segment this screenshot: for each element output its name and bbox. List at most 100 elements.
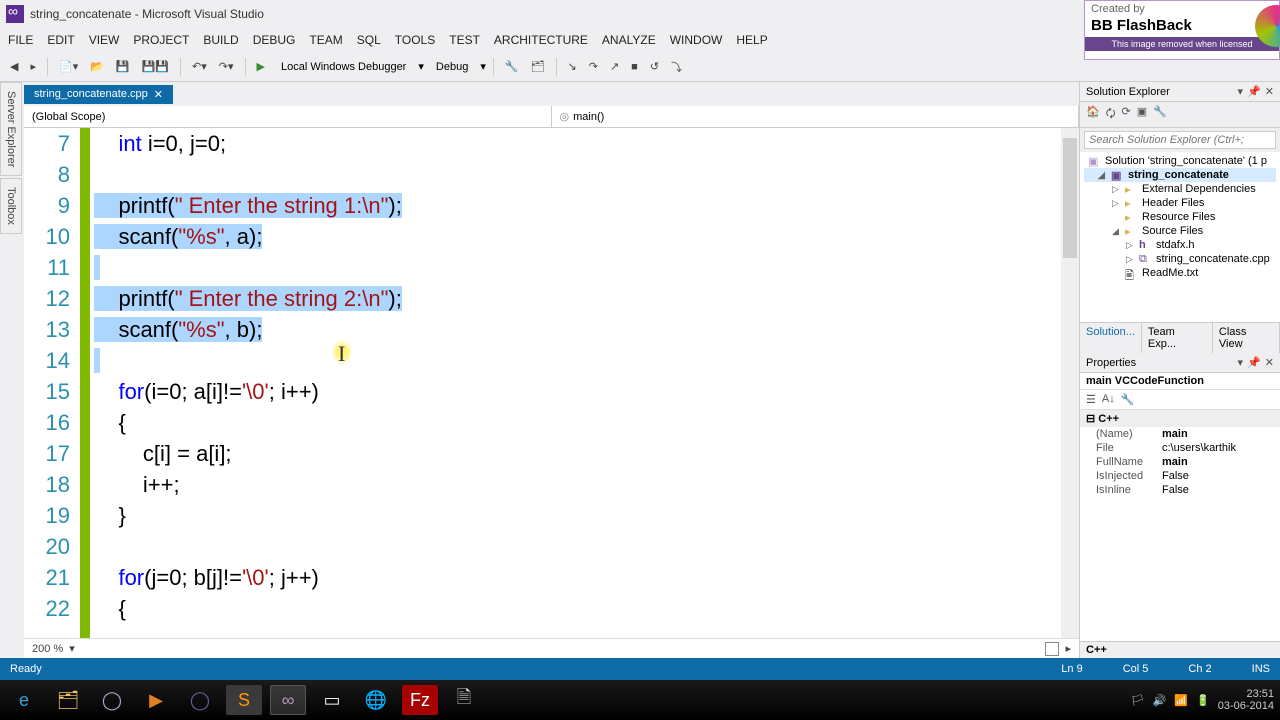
taskbar-explorer-icon[interactable]: 🗂 xyxy=(50,685,86,715)
save-all-button[interactable]: 💾💾 xyxy=(138,58,173,75)
header-files-node[interactable]: ▷Header Files xyxy=(1084,196,1276,210)
tray-flag-icon[interactable]: 🏳 xyxy=(1131,694,1145,707)
menu-window[interactable]: WINDOW xyxy=(670,33,723,47)
taskbar-media-icon[interactable]: ▶ xyxy=(138,685,174,715)
solution-node[interactable]: Solution 'string_concatenate' (1 p xyxy=(1084,154,1276,168)
resource-files-node[interactable]: Resource Files xyxy=(1084,210,1276,224)
status-line: Ln 9 xyxy=(1061,663,1082,675)
tray-sound-icon[interactable]: 🔊 xyxy=(1153,694,1167,707)
properties-close-icon[interactable]: ✕ xyxy=(1265,356,1274,369)
tray-battery-icon[interactable]: 🔋 xyxy=(1196,694,1210,707)
server-explorer-tab[interactable]: Server Explorer xyxy=(0,82,22,176)
menu-build[interactable]: BUILD xyxy=(203,33,238,47)
debugger-target[interactable]: Local Windows Debugger xyxy=(273,61,414,73)
step-into-icon[interactable]: ↘ xyxy=(564,58,581,75)
system-tray[interactable]: 🏳 🔊 📶 🔋 23:51 03-06-2014 xyxy=(1131,688,1274,712)
menu-tools[interactable]: TOOLS xyxy=(395,33,435,47)
stdafx-node[interactable]: ▷stdafx.h xyxy=(1084,238,1276,252)
redo-button[interactable]: ↷▾ xyxy=(215,58,238,75)
document-tab-active[interactable]: string_concatenate.cpp ✕ xyxy=(24,85,173,104)
zoom-level[interactable]: 200 % xyxy=(32,643,63,655)
taskbar-eclipse-icon[interactable]: ◯ xyxy=(94,685,130,715)
properties-icon[interactable]: 🔧 xyxy=(1153,105,1167,124)
taskbar-chrome-icon[interactable]: 🌐 xyxy=(358,685,394,715)
sync-icon[interactable]: ⟳ xyxy=(1122,105,1131,124)
taskbar-notes-icon[interactable]: 🗎 xyxy=(446,685,482,715)
save-button[interactable]: 💾 xyxy=(112,58,134,75)
project-node[interactable]: ◢string_concatenate xyxy=(1084,168,1276,182)
properties-pin-icon[interactable]: 📌 xyxy=(1247,356,1261,369)
search-solution-input[interactable] xyxy=(1084,131,1276,149)
forward-button[interactable]: ▸ xyxy=(26,58,40,75)
taskbar-clock[interactable]: 23:51 03-06-2014 xyxy=(1218,688,1274,712)
scope-right[interactable]: main() xyxy=(552,106,1080,127)
watermark-created: Created by xyxy=(1085,1,1279,17)
menu-analyze[interactable]: ANALYZE xyxy=(602,33,656,47)
menu-file[interactable]: FILE xyxy=(8,33,33,47)
taskbar-vs-icon[interactable]: ∞ xyxy=(270,685,306,715)
tray-network-icon[interactable]: 📶 xyxy=(1174,694,1188,707)
scope-left[interactable]: (Global Scope) xyxy=(24,106,552,127)
home-icon[interactable]: 🏠 xyxy=(1086,105,1100,124)
solution-tree[interactable]: Solution 'string_concatenate' (1 p ◢stri… xyxy=(1080,152,1280,322)
toolbox-tab[interactable]: Toolbox xyxy=(0,178,22,234)
start-debug-button[interactable]: ▶ xyxy=(253,58,269,75)
config-dropdown[interactable]: Debug xyxy=(428,61,476,73)
scroll-right-icon[interactable]: ▸ xyxy=(1065,642,1071,655)
menu-help[interactable]: HELP xyxy=(736,33,767,47)
stop-icon[interactable]: ■ xyxy=(627,59,642,75)
step-out-icon[interactable]: ↗ xyxy=(606,58,623,75)
zoom-dropdown-icon[interactable]: ▾ xyxy=(69,642,75,655)
new-project-button[interactable]: 📄▾ xyxy=(55,58,82,75)
readme-node[interactable]: ReadMe.txt xyxy=(1084,266,1276,280)
wrench-icon[interactable]: 🔧 xyxy=(1121,393,1135,406)
menu-architecture[interactable]: ARCHITECTURE xyxy=(494,33,588,47)
properties-grid[interactable]: ⊟ C++ (Name)main Filec:\users\karthik Fu… xyxy=(1080,410,1280,641)
menu-edit[interactable]: EDIT xyxy=(47,33,74,47)
vs-logo-icon xyxy=(6,5,24,23)
external-deps-node[interactable]: ▷External Dependencies xyxy=(1084,182,1276,196)
toolbar-icon-2[interactable]: 🗂 xyxy=(527,58,549,75)
collapse-icon[interactable]: ▣ xyxy=(1137,105,1147,124)
change-margin xyxy=(80,128,90,638)
taskbar-eclipse2-icon[interactable]: ◯ xyxy=(182,685,218,715)
code-editor[interactable]: 78910 11121314 15161718 19202122 int i=0… xyxy=(24,128,1079,638)
tab-team-explorer[interactable]: Team Exp... xyxy=(1142,323,1213,353)
prop-row: IsInjectedFalse xyxy=(1080,469,1280,483)
categorized-icon[interactable]: ☰ xyxy=(1086,393,1096,406)
open-button[interactable]: 📂 xyxy=(86,58,108,75)
source-files-node[interactable]: ◢Source Files xyxy=(1084,224,1276,238)
menu-debug[interactable]: DEBUG xyxy=(253,33,296,47)
editor-vertical-scrollbar[interactable] xyxy=(1061,128,1079,638)
pin-icon[interactable]: 📌 xyxy=(1247,85,1261,98)
taskbar-sublime-icon[interactable]: S xyxy=(226,685,262,715)
taskbar-notepad-icon[interactable]: ▭ xyxy=(314,685,350,715)
toolbar-icon-3[interactable]: ↺ xyxy=(646,58,663,75)
properties-category[interactable]: ⊟ C++ xyxy=(1080,410,1280,427)
tab-solution[interactable]: Solution... xyxy=(1080,323,1142,353)
taskbar-filezilla-icon[interactable]: Fz xyxy=(402,685,438,715)
cpp-file-node[interactable]: ▷string_concatenate.cpp xyxy=(1084,252,1276,266)
main-area: Server Explorer Toolbox string_concatena… xyxy=(0,82,1280,658)
properties-dropdown-icon[interactable]: ▾ xyxy=(1238,356,1244,369)
menu-project[interactable]: PROJECT xyxy=(133,33,189,47)
back-button[interactable]: ◀ xyxy=(6,58,22,75)
step-over-icon[interactable]: ↷ xyxy=(585,58,602,75)
undo-button[interactable]: ↶▾ xyxy=(188,58,211,75)
taskbar-ie-icon[interactable]: e xyxy=(6,685,42,715)
tab-class-view[interactable]: Class View xyxy=(1213,323,1280,353)
menu-sql[interactable]: SQL xyxy=(357,33,381,47)
toolbar-icon-4[interactable]: ⤵ xyxy=(667,57,686,77)
code-body[interactable]: int i=0, j=0; printf(" Enter the string … xyxy=(90,128,1061,638)
close-icon[interactable]: ✕ xyxy=(154,88,163,101)
panel-dropdown-icon[interactable]: ▾ xyxy=(1238,85,1244,98)
menu-test[interactable]: TEST xyxy=(449,33,480,47)
alphabetical-icon[interactable]: A↓ xyxy=(1102,393,1115,406)
menu-view[interactable]: VIEW xyxy=(89,33,120,47)
close-panel-icon[interactable]: ✕ xyxy=(1265,85,1274,98)
menu-team[interactable]: TEAM xyxy=(309,33,342,47)
status-ch: Ch 2 xyxy=(1188,663,1211,675)
refresh-icon[interactable]: 🗘 xyxy=(1106,105,1116,124)
toolbar-icon-1[interactable]: 🔧 xyxy=(501,58,523,75)
horizontal-scrollbar[interactable] xyxy=(1045,642,1059,656)
